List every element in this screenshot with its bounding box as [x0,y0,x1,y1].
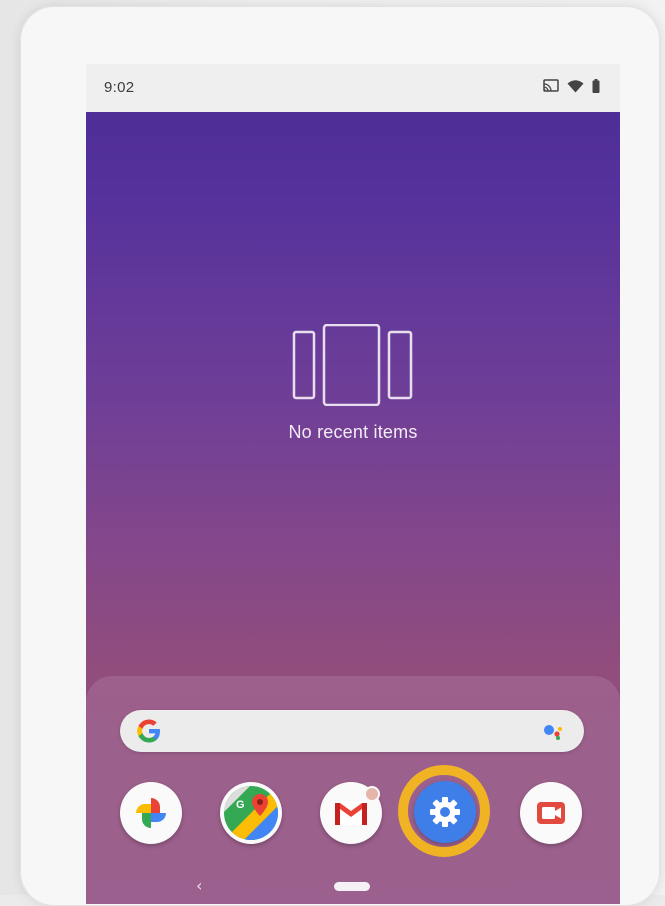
google-g-icon [134,716,164,746]
status-time: 9:02 [104,79,135,96]
app-dock: G [86,781,620,846]
battery-icon [592,79,600,98]
video-camera-icon [537,802,565,824]
duo-app-icon[interactable] [520,782,582,844]
maps-app-icon[interactable]: G [220,782,282,844]
device-screen: 9:02 No recent items G ‹ [86,64,620,904]
photos-pinwheel-icon [136,798,166,828]
recent-cards-icon [292,323,414,407]
cast-icon [543,79,559,98]
google-search-bar[interactable] [120,710,584,752]
navigation-bar: ‹ [86,870,620,904]
maps-pin-icon: G [224,786,278,840]
wifi-icon [567,79,584,98]
gmail-app-icon[interactable] [320,782,382,844]
no-recent-items-label: No recent items [288,422,418,442]
home-pill-icon[interactable] [334,882,370,891]
notification-dot [364,786,380,802]
chevron-left-icon[interactable]: ‹ [196,876,202,895]
assistant-icon[interactable] [542,721,566,741]
svg-text:G: G [236,799,245,811]
status-icons [543,79,600,98]
settings-highlight-ring [398,765,490,857]
photos-app-icon[interactable] [120,782,182,844]
status-bar: 9:02 [86,64,620,112]
